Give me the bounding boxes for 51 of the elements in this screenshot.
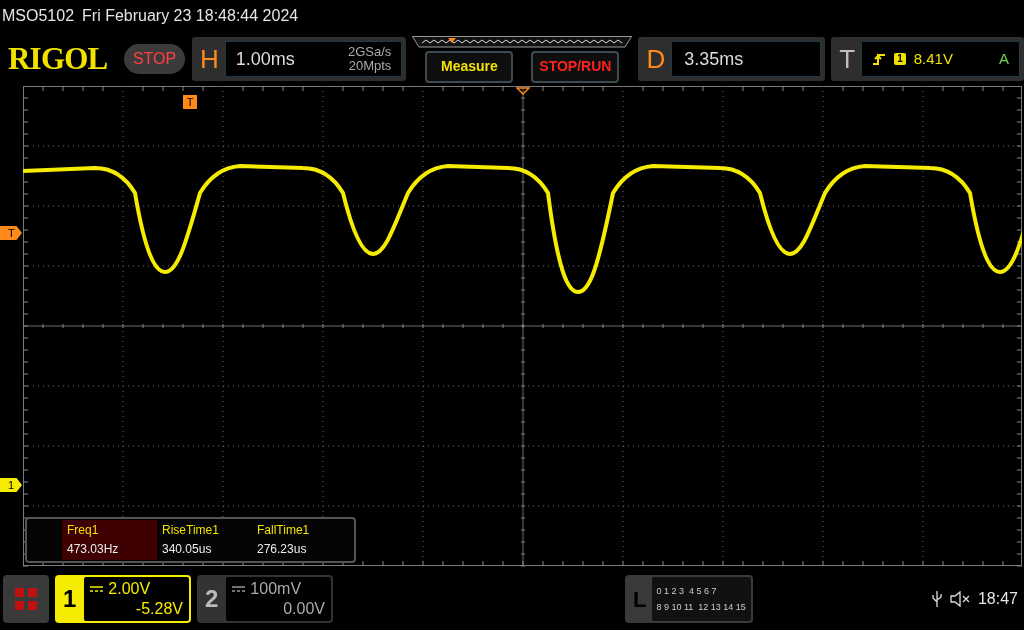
logic-channel-numbers: 4 5 6 7: [689, 585, 717, 598]
grid-icon: [14, 587, 38, 611]
delay-label: D: [646, 42, 666, 76]
menu-button[interactable]: [3, 575, 49, 623]
trigger-position-marker: [516, 87, 530, 95]
trigger-time-marker: T: [183, 95, 197, 109]
memory-depth: 20Mpts: [348, 59, 392, 73]
horizontal-label: H: [200, 42, 219, 76]
logic-channel-numbers: 0 1 2 3: [656, 585, 684, 598]
channel-offset-marker: 1: [0, 478, 22, 492]
stop-run-button[interactable]: STOP/RUN: [531, 50, 620, 83]
delay-field[interactable]: 3.35ms: [671, 41, 822, 77]
sample-rate: 2GSa/s: [348, 45, 392, 59]
trigger-mode: A: [999, 48, 1009, 69]
measurement-name: RiseTime1: [162, 522, 220, 539]
model-label: MSO5102: [2, 6, 75, 26]
trigger-field[interactable]: 1 8.41V A: [861, 41, 1020, 77]
measurement-name: FallTime1: [257, 522, 311, 539]
channel-panel[interactable]: 1 2.00V -5.28V: [55, 575, 191, 623]
logic-channel-numbers: 8 9 10 11: [656, 601, 694, 614]
measurement-value: 276.23us: [257, 541, 308, 558]
measure-button[interactable]: Measure: [425, 50, 514, 83]
usb-icon: [931, 590, 942, 608]
trigger-level: 8.41V: [913, 48, 953, 69]
brand-logo: RIGOL: [8, 39, 109, 78]
measurement-item[interactable]: RiseTime1 340.05us: [157, 520, 252, 560]
channel-scale: 2.00V: [108, 579, 151, 599]
trigger-source: 1: [894, 53, 906, 65]
timebase-field[interactable]: 1.00ms 2GSa/s 20Mpts: [224, 41, 403, 77]
channel-panel[interactable]: 2 100mV 0.00V: [197, 575, 333, 623]
dc-coupling-icon: [232, 586, 246, 592]
measurement-item[interactable]: FallTime1 276.23us: [252, 520, 347, 560]
channel-scale: 100mV: [250, 579, 302, 599]
trigger-label: T: [839, 42, 856, 76]
measurement-value: 340.05us: [162, 541, 213, 558]
clock: 18:47: [977, 589, 1018, 609]
rising-edge-icon: [872, 52, 887, 66]
trigger-level-marker: T: [0, 226, 22, 240]
channel-offset: 0.00V: [283, 599, 325, 619]
logic-channel-numbers: 12 13 14 15: [698, 601, 746, 614]
speaker-muted-icon: [949, 591, 970, 607]
channel-offset: -5.28V: [135, 599, 183, 619]
channel-number: 1: [63, 584, 77, 614]
logic-panel[interactable]: L 0 1 2 3 4 5 6 7 8 9 10 11 12 13 14 15: [625, 575, 753, 623]
measurement-item[interactable]: Freq1 473.03Hz: [62, 520, 157, 560]
logic-label: L: [633, 585, 647, 614]
channel-number: 2: [205, 584, 219, 614]
date-time: Fri February 23 18:48:44 2024: [82, 6, 299, 26]
dc-coupling-icon: [90, 586, 104, 592]
measurement-value: 473.03Hz: [67, 541, 120, 558]
measurement-name: Freq1: [67, 522, 100, 539]
